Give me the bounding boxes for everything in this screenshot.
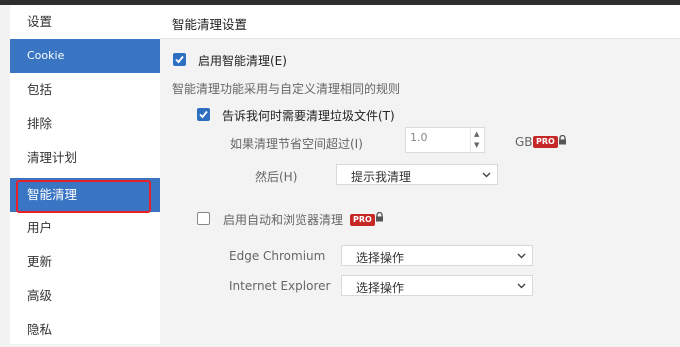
then-label: 然后(H) bbox=[255, 170, 298, 184]
description-text: 智能清理功能采用与自定义清理相同的规则 bbox=[172, 82, 401, 96]
sidebar-item-settings[interactable]: 设置 bbox=[10, 5, 160, 39]
sidebar-item-updates[interactable]: 更新 bbox=[10, 245, 160, 279]
sidebar-item-users[interactable]: 用户 bbox=[10, 211, 160, 245]
sidebar-item-advanced[interactable]: 高级 bbox=[10, 279, 160, 313]
browser-ie-select[interactable]: 选择操作 bbox=[341, 275, 533, 296]
auto-browser-checkbox[interactable] bbox=[197, 212, 210, 225]
enable-smart-cleaning-label[interactable]: 启用智能清理(E) bbox=[198, 52, 287, 69]
checkmark-icon bbox=[199, 110, 208, 119]
browser-edge-select[interactable]: 选择操作 bbox=[341, 245, 533, 266]
spin-up-icon[interactable]: ▲ bbox=[474, 130, 479, 138]
threshold-unit: GB bbox=[515, 135, 533, 149]
spin-down-icon[interactable]: ▼ bbox=[474, 141, 479, 149]
auto-browser-label[interactable]: 启用自动和浏览器清理 bbox=[223, 211, 343, 228]
chevron-down-icon bbox=[482, 172, 491, 178]
sidebar-item-schedule[interactable]: 清理计划 bbox=[10, 141, 160, 175]
threshold-spinbox[interactable]: 1.0 ▲ ▼ bbox=[405, 127, 485, 153]
browser-edge-select-value: 选择操作 bbox=[356, 251, 405, 265]
spin-arrows[interactable]: ▲ ▼ bbox=[470, 128, 484, 152]
threshold-value[interactable]: 1.0 bbox=[410, 131, 428, 144]
lock-icon bbox=[559, 135, 566, 145]
enable-smart-cleaning-checkbox[interactable] bbox=[173, 53, 186, 66]
browser-edge-label: Edge Chromium bbox=[229, 249, 326, 263]
sidebar-item-privacy[interactable]: 隐私 bbox=[10, 313, 160, 347]
pro-badge: PRO bbox=[350, 214, 375, 226]
then-select[interactable]: 提示我清理 bbox=[336, 164, 498, 185]
lock-icon bbox=[376, 212, 383, 222]
browser-ie-select-value: 选择操作 bbox=[356, 281, 405, 295]
sidebar-item-smart-cleaning[interactable]: 智能清理 bbox=[10, 178, 160, 212]
chevron-down-icon bbox=[517, 253, 526, 259]
notify-junk-label[interactable]: 告诉我何时需要清理垃圾文件(T) bbox=[222, 107, 395, 124]
threshold-label: 如果清理节省空间超过(I) bbox=[230, 137, 363, 151]
page-title: 智能清理设置 bbox=[172, 17, 248, 32]
sidebar-item-include[interactable]: 包括 bbox=[10, 73, 160, 107]
main-panel: 智能清理设置 启用智能清理(E) 智能清理功能采用与自定义清理相同的规则 告诉我… bbox=[160, 5, 680, 344]
checkmark-icon bbox=[175, 55, 184, 64]
pro-badge: PRO bbox=[533, 136, 558, 148]
chevron-down-icon bbox=[517, 283, 526, 289]
sidebar-item-exclude[interactable]: 排除 bbox=[10, 107, 160, 141]
sidebar: 设置 Cookie 包括 排除 清理计划 智能清理 用户 更新 高级 隐私 bbox=[10, 5, 160, 344]
then-select-value: 提示我清理 bbox=[351, 170, 412, 184]
sidebar-item-cookie[interactable]: Cookie bbox=[10, 39, 160, 73]
notify-junk-checkbox[interactable] bbox=[197, 108, 210, 121]
main-header: 智能清理设置 bbox=[160, 5, 680, 39]
browser-ie-label: Internet Explorer bbox=[229, 279, 331, 293]
